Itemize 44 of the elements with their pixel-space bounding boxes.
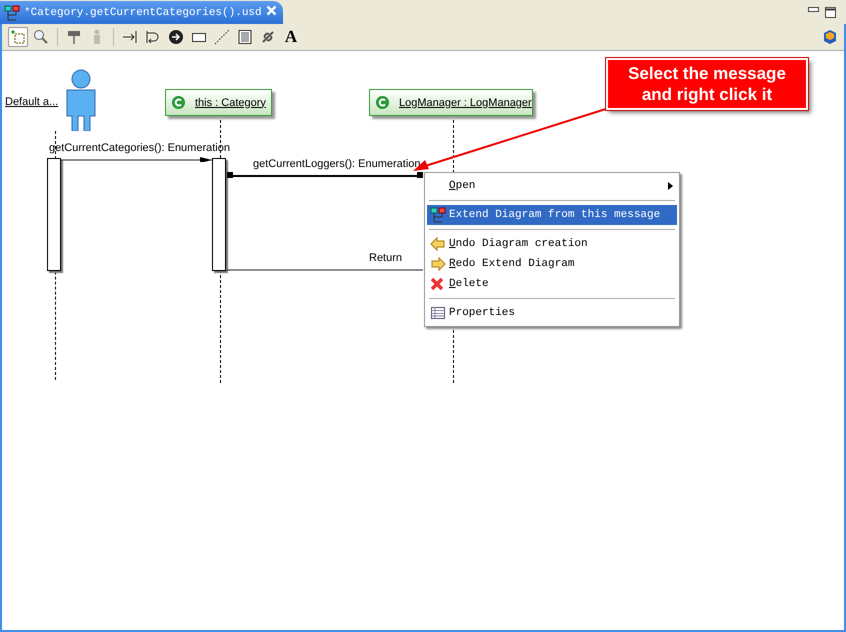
message-tool-icon [122,29,138,45]
redo-arrow-icon [430,256,446,272]
lifeline-name: this : Category [195,96,266,108]
tab-title: *Category.getCurrentCategories().usd [24,6,262,18]
self-tool-icon [145,29,161,45]
maximize-icon[interactable] [825,7,836,18]
menu-item[interactable]: Redo Extend Diagram [427,254,677,274]
text-tool-glyph: A [284,27,298,47]
editor-tab[interactable]: *Category.getCurrentCategories().usd [0,1,283,24]
menu-item[interactable]: Extend Diagram from this message [427,205,677,225]
message-label: getCurrentLoggers(): Enumeration [253,158,421,170]
zoom-tool-icon [33,29,49,45]
circle-tool-icon [168,29,184,45]
diagram-icon [4,4,20,20]
menu-item[interactable]: Undo Diagram creation [427,234,677,254]
message-label: Return [369,252,402,264]
menu-item[interactable]: Open [427,176,677,196]
link-tool-icon [260,29,276,45]
diagram-icon [430,207,446,223]
text-tool[interactable]: A [281,27,301,47]
submenu-arrow-icon [668,182,673,190]
message-label: getCurrentCategories(): Enumeration [49,142,230,154]
lifeline-box[interactable]: LogManager : LogManager [369,89,533,116]
dots-tool[interactable] [212,27,232,47]
message-arrow[interactable] [61,155,212,162]
circle-tool[interactable] [166,27,186,47]
message-arrow[interactable] [227,171,423,178]
note-tool-icon [237,29,253,45]
select-tool[interactable] [8,27,28,47]
stamp-tool-icon [66,29,82,45]
menu-item[interactable]: Delete [427,274,677,294]
menu-item[interactable]: Properties [427,303,677,323]
class-icon [376,96,389,109]
lifeline-box[interactable]: this : Category [165,89,272,116]
class-icon [172,96,185,109]
dots-tool-icon [214,29,230,45]
delete-icon [430,277,444,291]
actor-label: Default a... [5,96,58,108]
lifeline-name: LogManager : LogManager [399,96,532,108]
table-icon [430,305,446,321]
select-tool-icon [10,29,26,45]
callout-note: Select the message and right click it [606,58,808,110]
undo-arrow-icon [430,236,446,252]
minimize-icon[interactable] [808,7,819,12]
